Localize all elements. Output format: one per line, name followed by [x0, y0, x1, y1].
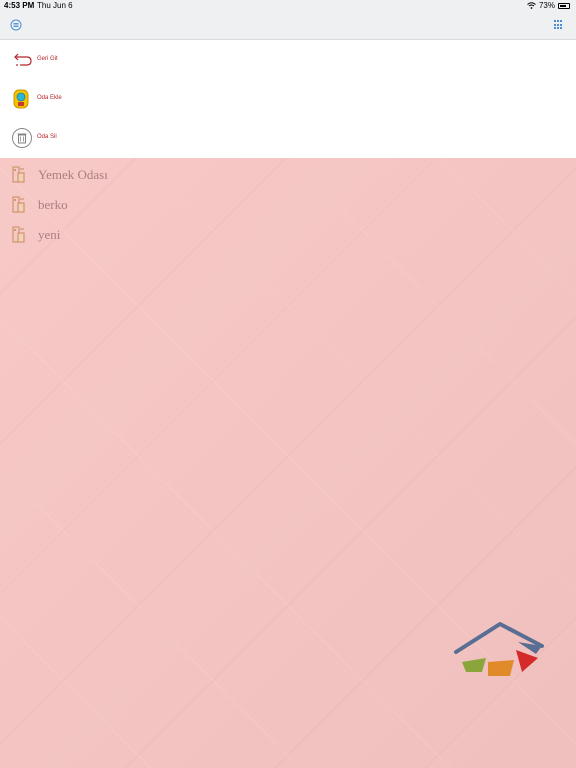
navigation-bar [0, 11, 576, 40]
menu-item-label: Oda Ekle [37, 95, 62, 101]
room-door-icon [12, 166, 25, 183]
menu-item-label: Oda Sil [37, 134, 57, 140]
status-indicators: 73% [527, 1, 570, 10]
room-item-yemek-odasi[interactable]: Yemek Odası [0, 164, 576, 190]
room-label: yeni [38, 227, 61, 242]
room-label: Yemek Odası [38, 167, 108, 182]
wifi-icon [527, 2, 536, 9]
menu-item-add-room[interactable]: Oda Ekle [0, 81, 576, 115]
menu-item-label: Geri Git [37, 56, 58, 62]
status-date: Thu Jun 6 [37, 1, 73, 10]
room-door-icon [12, 196, 25, 213]
back-arrow-icon [14, 53, 32, 66]
menu-item-back[interactable]: Geri Git [0, 42, 576, 76]
menu-item-delete-room[interactable]: Oda Sil [0, 120, 576, 154]
room-door-icon [12, 226, 25, 243]
add-room-icon [13, 89, 29, 109]
status-bar: 4:53 PM Thu Jun 6 73% [0, 0, 576, 11]
room-item-berko[interactable]: berko [0, 194, 576, 220]
room-item-yeni[interactable]: yeni [0, 224, 576, 250]
trash-icon [12, 128, 32, 148]
battery-percentage: 73% [538, 1, 555, 10]
house-logo-icon [454, 622, 544, 676]
menu-icon[interactable] [10, 19, 22, 31]
battery-icon [558, 2, 570, 9]
grid-icon[interactable] [554, 20, 564, 30]
room-label: berko [38, 197, 68, 212]
dropdown-menu: Geri Git Oda Ekle Oda Sil [0, 40, 576, 158]
status-time: 4:53 PM [4, 1, 35, 10]
